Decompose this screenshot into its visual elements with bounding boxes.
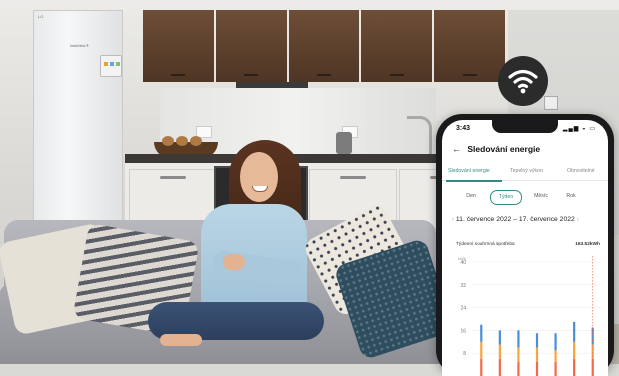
bar-segment (573, 321, 576, 342)
app-header: ← Sledování energie (452, 144, 540, 154)
wifi-icon (508, 69, 538, 94)
upper-cabinets (143, 10, 505, 82)
coffee-pot (336, 132, 352, 154)
app-screen: 3:43 ▂▄▆ ◒ ▭ ← Sledování energie Sledová… (442, 120, 608, 376)
y-tick-label: 24 (460, 306, 466, 312)
chevron-left-icon[interactable]: ‹ (452, 217, 454, 223)
wifi-badge (498, 56, 548, 106)
period-selector: Den Týden Měsíc Rok (460, 190, 594, 205)
bar-segment (517, 347, 520, 362)
fridge-display (100, 55, 122, 77)
y-tick-label: 8 (463, 351, 466, 357)
period-month[interactable]: Měsíc (528, 190, 554, 203)
fridge-brand: InstaView ® (70, 44, 89, 48)
date-range: 11. července 2022 – 17. července 2022 (455, 216, 575, 223)
bar-segment (498, 330, 501, 345)
bar-segment (480, 324, 483, 342)
bar-segment (591, 327, 594, 345)
tab-heat-output[interactable]: Tepelný výkon (510, 168, 543, 174)
bar-segment (517, 330, 520, 348)
bar-segment (480, 341, 483, 359)
bar-segment (498, 358, 501, 376)
y-tick-label: 16 (460, 328, 466, 334)
bar-segment (573, 341, 576, 359)
date-range-row: ‹ 11. července 2022 – 17. července 2022 … (452, 216, 602, 223)
fridge-logo: LG (38, 14, 44, 19)
weekly-consumption-label: Týdenní souhrnná spotřeba (456, 242, 515, 247)
bar-segment (535, 333, 539, 348)
tab-renewables[interactable]: Obnovitelné (567, 168, 595, 174)
y-tick-label: 32 (460, 283, 466, 289)
tab-bar: Sledování energie Tepelný výkon Obnovite… (442, 164, 608, 181)
fridge: LG InstaView ® (33, 10, 123, 237)
chevron-right-icon[interactable]: › (577, 217, 579, 223)
page-title: Sledování energie (467, 144, 541, 154)
woman-hand-with-phone (223, 254, 245, 270)
bar-segment (573, 358, 576, 376)
bar-segment (554, 333, 557, 351)
status-time: 3:43 (456, 125, 471, 132)
y-tick-label: 40 (460, 260, 466, 266)
phone-notch (492, 120, 558, 133)
woman-foot (160, 334, 202, 346)
faucet (407, 116, 432, 159)
status-icons: ▂▄▆ ◒ ▭ (562, 126, 596, 132)
woman-face (240, 152, 278, 202)
weekly-consumption-value: 163.52kWh (575, 242, 600, 247)
back-arrow-icon[interactable]: ← (452, 144, 461, 154)
bar-segment (480, 358, 483, 376)
tab-energy-tracking[interactable]: Sledování energie (448, 168, 490, 174)
period-week[interactable]: Týden (490, 190, 522, 205)
light-switch (544, 96, 558, 110)
consumption-chart: kWh816243240 (458, 256, 602, 376)
bar-segment (498, 344, 501, 359)
period-year[interactable]: Rok (562, 190, 580, 203)
smartphone: 3:43 ▂▄▆ ◒ ▭ ← Sledování energie Sledová… (436, 114, 614, 376)
period-day[interactable]: Den (460, 190, 482, 203)
bar-segment (554, 350, 557, 362)
bar-segment (535, 347, 539, 362)
active-tab-indicator (446, 180, 502, 182)
